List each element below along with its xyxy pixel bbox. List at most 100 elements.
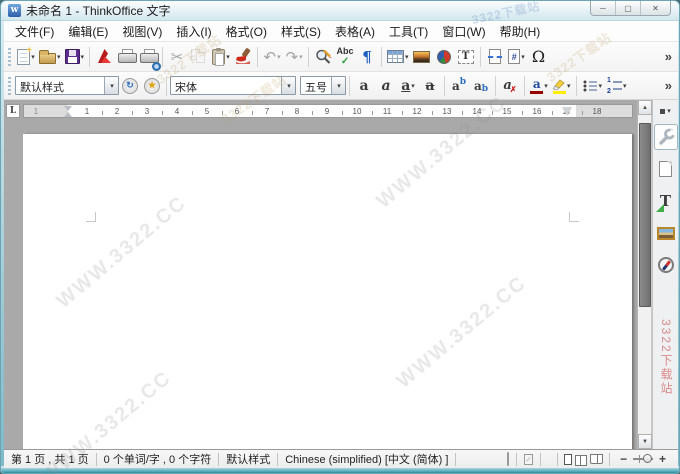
new-style-button[interactable]: ★ xyxy=(141,74,163,98)
menu-help[interactable]: 帮助(H) xyxy=(493,21,548,42)
menu-styles[interactable]: 样式(S) xyxy=(274,21,328,42)
status-selection-mode[interactable] xyxy=(500,452,516,466)
combobox-dropdown-button[interactable]: ▾ xyxy=(104,77,118,94)
menu-tools[interactable]: 工具(T) xyxy=(382,21,435,42)
zoom-out-button[interactable]: − xyxy=(616,452,631,466)
horizontal-ruler[interactable]: 1 1 2 3 4 5 6 7 8 9 10 11 12 13 14 15 16 17 18 xyxy=(23,104,633,118)
export-pdf-button[interactable] xyxy=(93,45,115,69)
clear-formatting-button[interactable]: a ✗ xyxy=(499,74,521,98)
subscript-button[interactable]: a b xyxy=(470,74,492,98)
italic-button[interactable]: a xyxy=(375,74,397,98)
paste-button[interactable]: ▾ xyxy=(210,45,232,69)
bold-button[interactable]: a xyxy=(353,74,375,98)
zoom-slider-knob[interactable] xyxy=(642,454,652,463)
menu-window[interactable]: 窗口(W) xyxy=(435,21,492,42)
dropdown-arrow-icon: ▾ xyxy=(299,53,303,61)
save-button[interactable]: ▾ xyxy=(63,45,87,69)
ruler-number: 14 xyxy=(472,107,482,116)
strikethrough-button[interactable]: a xyxy=(419,74,441,98)
new-document-button[interactable]: ▾ xyxy=(15,45,37,69)
toolbar-separator xyxy=(308,46,310,67)
insert-textbox-button[interactable]: T xyxy=(455,45,477,69)
status-language[interactable]: Chinese (simplified) [中文 (简体) ] xyxy=(278,451,455,467)
sidebar-tab-styles[interactable]: T xyxy=(654,188,678,214)
superscript-icon: b xyxy=(459,77,467,87)
redo-button[interactable]: ↷ ▾ xyxy=(283,45,305,69)
book-view-icon[interactable] xyxy=(590,454,604,464)
scrollbar-up-button[interactable]: ▲ xyxy=(638,100,652,115)
toolbar-grip[interactable] xyxy=(7,47,12,66)
update-style-button[interactable]: ↻ xyxy=(119,74,141,98)
sidebar-settings-button[interactable]: ▾ xyxy=(660,107,671,115)
vertical-scrollbar[interactable]: ▲ ▼ xyxy=(637,100,652,449)
document-page[interactable] xyxy=(23,134,632,449)
print-button[interactable] xyxy=(115,45,137,69)
paragraph-style-combobox[interactable]: 默认样式 ▾ xyxy=(15,76,119,95)
zoom-slider[interactable] xyxy=(633,454,653,463)
textbox-letter: T xyxy=(461,51,470,62)
scrollbar-thumb[interactable] xyxy=(639,123,651,307)
document-modified-icon: ✓ xyxy=(524,454,534,465)
open-button[interactable]: ▾ xyxy=(37,45,63,69)
menu-edit[interactable]: 编辑(E) xyxy=(61,21,115,42)
tab-stop-selector[interactable]: L xyxy=(6,104,20,118)
combobox-dropdown-button[interactable]: ▾ xyxy=(281,77,295,94)
insert-image-button[interactable] xyxy=(411,45,433,69)
print-preview-button[interactable] xyxy=(137,45,162,71)
sidebar-tab-page[interactable] xyxy=(654,156,678,182)
redo-arrow-icon: ↷ xyxy=(285,48,299,66)
multi-page-view-icon[interactable] xyxy=(575,454,588,466)
find-replace-button[interactable] xyxy=(312,45,334,69)
toolbar-grip[interactable] xyxy=(7,76,12,95)
minimize-button[interactable]: ─ xyxy=(591,1,616,15)
scrollbar-down-button[interactable]: ▼ xyxy=(638,434,652,449)
menu-view[interactable]: 视图(V) xyxy=(115,21,169,42)
menu-file[interactable]: 文件(F) xyxy=(8,21,61,42)
cut-button[interactable]: ✂ xyxy=(166,45,188,69)
sidebar-tab-properties[interactable] xyxy=(653,124,678,150)
insert-chart-button[interactable] xyxy=(433,45,455,69)
zoom-in-button[interactable]: + xyxy=(655,452,670,466)
spelling-button[interactable]: Abc ✓ xyxy=(334,45,356,69)
menu-insert[interactable]: 插入(I) xyxy=(169,21,218,42)
status-save-state[interactable]: ✓ xyxy=(517,453,540,465)
copy-button[interactable] xyxy=(188,45,210,69)
single-page-view-icon[interactable] xyxy=(564,453,573,465)
menu-format[interactable]: 格式(O) xyxy=(219,21,274,42)
font-color-button[interactable]: a ▾ xyxy=(528,74,550,98)
font-size-combobox[interactable]: 五号 ▾ xyxy=(300,76,346,95)
indent-marker-right[interactable] xyxy=(562,107,572,116)
status-paragraph-style[interactable]: 默认样式 xyxy=(219,451,277,467)
insert-field-button[interactable]: # ▾ xyxy=(506,45,528,69)
status-page-count[interactable]: 第 1 页 , 共 1 页 xyxy=(4,451,96,467)
formatting-marks-button[interactable]: ¶ xyxy=(356,45,378,69)
dropdown-arrow-icon: ▾ xyxy=(110,82,114,90)
underline-button[interactable]: a ▾ xyxy=(397,74,419,98)
superscript-button[interactable]: a b xyxy=(448,74,470,98)
selection-mode-icon xyxy=(507,452,510,466)
ruler-number: 15 xyxy=(502,107,512,116)
undo-button[interactable]: ↶ ▾ xyxy=(261,45,283,69)
scissors-icon: ✂ xyxy=(170,48,184,66)
maximize-button[interactable]: ▢ xyxy=(616,1,641,15)
status-word-count[interactable]: 0 个单词/字 , 0 个字符 xyxy=(97,451,219,467)
toolbar-overflow-button[interactable]: » xyxy=(665,78,672,93)
insert-table-button[interactable]: ▾ xyxy=(385,45,411,69)
sidebar-tab-navigator[interactable] xyxy=(654,252,678,278)
numbered-list-button[interactable]: 1 2 ▾ xyxy=(604,74,629,98)
indent-marker-left[interactable] xyxy=(64,106,73,117)
highlight-color-button[interactable]: ▾ xyxy=(550,74,573,98)
clone-formatting-button[interactable] xyxy=(232,45,254,69)
page-break-button[interactable] xyxy=(484,45,506,69)
font-name-combobox[interactable]: 宋体 ▾ xyxy=(170,76,296,95)
combobox-dropdown-button[interactable]: ▾ xyxy=(331,77,345,94)
ruler-margin-number: 1 xyxy=(33,107,39,116)
toolbar-overflow-button[interactable]: » xyxy=(665,49,672,64)
sidebar-tab-gallery[interactable] xyxy=(654,220,678,246)
special-character-button[interactable]: Ω xyxy=(528,45,550,69)
ruler-number: 4 xyxy=(174,107,180,116)
menu-table[interactable]: 表格(A) xyxy=(328,21,382,42)
text-boundary-corner-left xyxy=(86,212,96,222)
close-button[interactable]: ✕ xyxy=(641,1,670,15)
bullet-list-button[interactable]: ▾ xyxy=(580,74,605,98)
